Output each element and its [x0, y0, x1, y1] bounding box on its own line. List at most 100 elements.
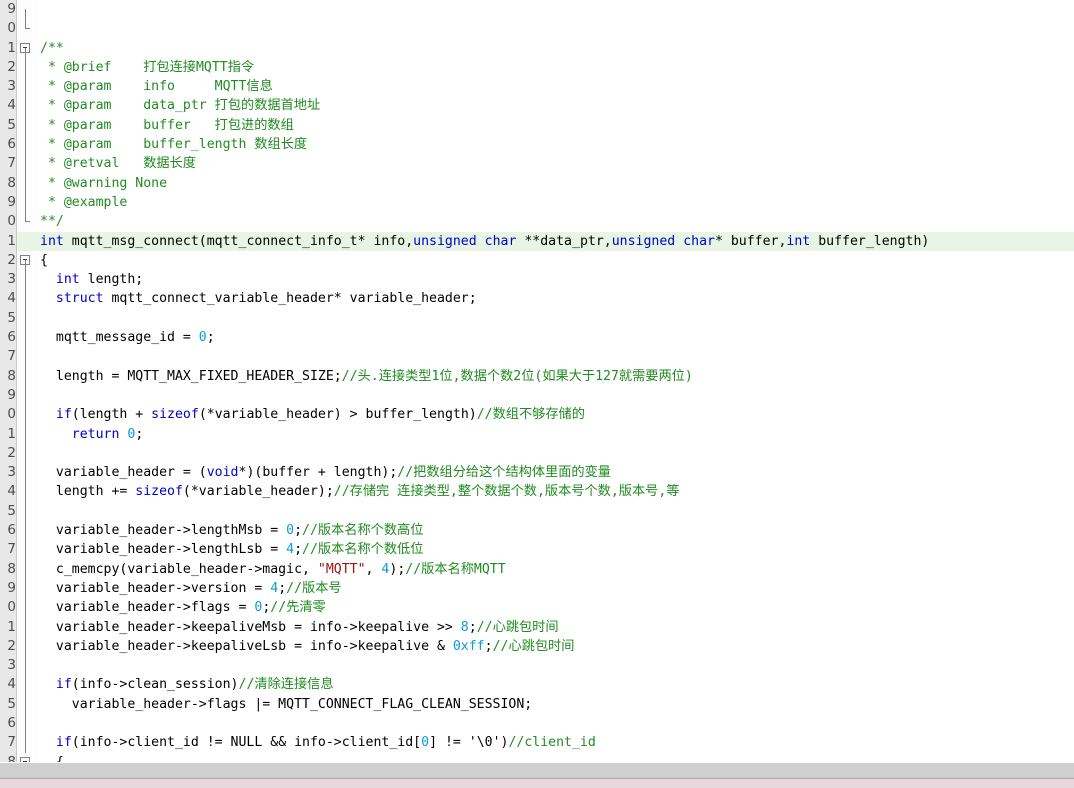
code-line[interactable]: 1 /**: [0, 38, 1074, 58]
fold-guide-line: [24, 77, 26, 97]
code-line-text: struct mqtt_connect_variable_header* var…: [40, 289, 477, 308]
code-line[interactable]: 1 return 0;: [0, 424, 1074, 444]
line-number: 8: [0, 366, 16, 386]
code-line-text: c_memcpy(variable_header->magic, "MQTT",…: [40, 560, 506, 579]
code-line[interactable]: 7 if(info->client_id != NULL && info->cl…: [0, 733, 1074, 753]
code-line[interactable]: 2: [0, 443, 1074, 464]
code-line[interactable]: 7 variable_header->lengthLsb = 4;//版本名称个…: [0, 540, 1074, 560]
code-line[interactable]: 8 {: [0, 752, 1074, 762]
fold-end-icon: [20, 0, 40, 19]
code-token-cmt: //先清零: [270, 600, 326, 616]
code-line[interactable]: 4 * @param data_ptr 打包的数据首地址: [0, 96, 1074, 116]
code-line[interactable]: 0 if(length + sizeof(*variable_header) >…: [0, 405, 1074, 425]
code-token-plain: variable_header->keepaliveMsb = info->ke…: [40, 619, 461, 635]
code-token-cmt: //清除连接信息: [238, 677, 334, 693]
fold-guide-line: [24, 482, 26, 502]
fold-guide-line: [20, 192, 40, 213]
fold-guide-line: [24, 463, 26, 483]
code-line[interactable]: 2 variable_header->keepaliveLsb = info->…: [0, 636, 1074, 657]
code-editing-area[interactable]: 9 0 1/** 2 * @brief 打包连接MQTT指令 3 * @param in…: [0, 0, 1074, 762]
fold-guide-line: [20, 713, 40, 734]
fold-guide-line: [24, 270, 26, 290]
code-token-plain: ;: [294, 542, 303, 558]
code-token-kw: char: [683, 233, 715, 249]
code-line[interactable]: 3: [0, 656, 1074, 676]
fold-collapse-icon[interactable]: [20, 39, 40, 58]
line-number: 3: [0, 463, 16, 483]
code-line[interactable]: 0 variable_header->flags = 0;//先清零: [0, 598, 1074, 618]
code-line-text: {: [40, 753, 64, 762]
code-token-kw: if: [40, 677, 72, 693]
code-line[interactable]: 3 variable_header = (void*)(buffer + len…: [0, 463, 1074, 483]
code-line[interactable]: 5: [0, 501, 1074, 522]
code-line-text: * @param buffer_length 数组长度: [40, 135, 307, 154]
code-line[interactable]: 5 * @param buffer 打包进的数组: [0, 115, 1074, 136]
fold-guide-line: [20, 115, 40, 136]
code-line-text: mqtt_message_id = 0;: [40, 328, 215, 347]
line-number: 0: [0, 212, 16, 232]
code-line-text: /**: [40, 39, 64, 58]
fold-guide-line: [24, 385, 26, 406]
gutter-separator: [16, 0, 17, 762]
line-number: 5: [0, 694, 16, 714]
code-line[interactable]: 3 * @param info MQTT信息: [0, 77, 1074, 97]
code-line[interactable]: 0 **/: [0, 212, 1074, 232]
code-line[interactable]: 3 int length;: [0, 270, 1074, 290]
code-token-plain: ;: [278, 580, 287, 596]
code-line[interactable]: 9 variable_header->version = 4;//版本号: [0, 578, 1074, 599]
code-line[interactable]: 9: [0, 385, 1074, 406]
code-token-plain: (info->clean_session): [71, 677, 239, 693]
code-line[interactable]: 4 if(info->clean_session)//清除连接信息: [0, 675, 1074, 695]
fold-guide-line: [24, 259, 26, 270]
code-token-kw: char: [484, 233, 517, 249]
code-line[interactable]: 7 * @retval 数据长度: [0, 154, 1074, 174]
line-number: 7: [0, 540, 16, 560]
code-token-cmt: //心跳包时间: [476, 619, 559, 635]
line-number: 8: [0, 559, 16, 579]
code-token-plain: ;: [135, 426, 144, 442]
code-line[interactable]: 2{: [0, 250, 1074, 271]
fold-end-icon: [20, 212, 40, 231]
code-line[interactable]: 6 variable_header->lengthMsb = 0;//版本名称个…: [0, 521, 1074, 541]
fold-collapse-icon[interactable]: [20, 251, 40, 270]
code-line[interactable]: 4 length += sizeof(*variable_header);//存…: [0, 482, 1074, 502]
code-token-plain: * buffer,: [714, 233, 787, 249]
line-number: 3: [0, 77, 16, 97]
line-number: 6: [0, 328, 16, 348]
code-line[interactable]: 1 variable_header->keepaliveMsb = info->…: [0, 617, 1074, 637]
code-line[interactable]: 0: [0, 19, 1074, 39]
code-line[interactable]: 6 * @param buffer_length 数组长度: [0, 135, 1074, 155]
code-line[interactable]: 9: [0, 0, 1074, 20]
code-token-plain: mqtt_message_id =: [40, 330, 199, 346]
code-line-text: * @warning None: [40, 174, 167, 193]
code-line[interactable]: 5 variable_header->flags |= MQTT_CONNECT…: [0, 694, 1074, 714]
code-line[interactable]: 7: [0, 347, 1074, 367]
code-line-text: variable_header->flags = 0;//先清零: [40, 598, 326, 617]
fold-guide-line: [20, 617, 40, 637]
fold-guide-line: [24, 57, 26, 78]
line-number: 8: [0, 173, 16, 193]
code-lines-container: 9 0 1/** 2 * @brief 打包连接MQTT指令 3 * @param in…: [0, 0, 1074, 762]
code-line[interactable]: 8 length = MQTT_MAX_FIXED_HEADER_SIZE;//…: [0, 366, 1074, 386]
fold-guide-line: [24, 559, 26, 579]
code-token-plain: ;: [294, 523, 303, 539]
code-line-text: variable_header->flags |= MQTT_CONNECT_F…: [40, 695, 533, 714]
fold-guide-line: [20, 694, 40, 714]
code-token-cmt: * @retval 数据长度: [40, 156, 196, 172]
code-line[interactable]: 9 * @example: [0, 192, 1074, 213]
code-line[interactable]: 6 mqtt_message_id = 0;: [0, 328, 1074, 348]
code-line[interactable]: 1 int mqtt_msg_connect(mqtt_connect_info_…: [0, 231, 1074, 251]
code-line[interactable]: 6: [0, 713, 1074, 734]
code-line[interactable]: 2 * @brief 打包连接MQTT指令: [0, 57, 1074, 78]
code-line[interactable]: 4 struct mqtt_connect_variable_header* v…: [0, 289, 1074, 309]
code-token-plain: ;: [206, 330, 215, 346]
code-line[interactable]: 5: [0, 308, 1074, 329]
code-line[interactable]: 8 c_memcpy(variable_header->magic, "MQTT…: [0, 559, 1074, 579]
fold-guide-line: [20, 154, 40, 174]
line-number: 3: [0, 270, 16, 290]
fold-collapse-icon[interactable]: [20, 753, 40, 762]
horizontal-scrollbar[interactable]: [0, 762, 1074, 778]
code-line-text: variable_header->lengthLsb = 4;//版本名称个数低…: [40, 540, 424, 559]
code-token-plain: *)(buffer + length);: [238, 465, 398, 481]
code-line[interactable]: 8 * @warning None: [0, 173, 1074, 193]
